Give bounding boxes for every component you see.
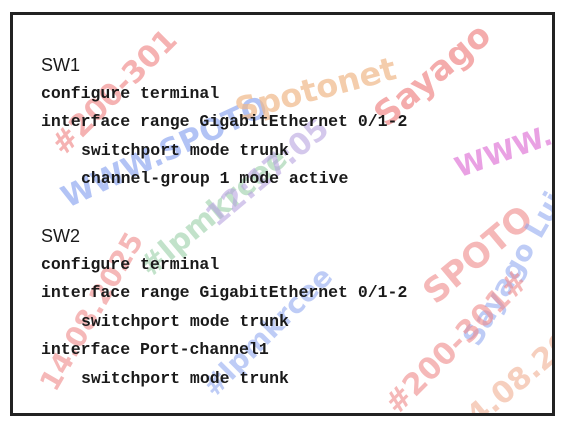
config-line: configure terminal [41, 254, 220, 274]
sw1-heading: SW1 [41, 55, 81, 75]
config-frame: Sayago #200-301 WWW.SPOTO Spotonet #lpmk… [10, 12, 555, 416]
config-listing: SW1 configure terminal interface range G… [41, 51, 541, 393]
config-line: interface range GigabitEthernet 0/1-2 [41, 112, 408, 131]
config-line: switchport mode trunk [81, 368, 289, 388]
config-line: switchport mode trunk [81, 140, 289, 160]
config-line: configure terminal [41, 83, 220, 103]
config-line: channel-group 1 mode active [81, 169, 349, 188]
config-line: switchport mode trunk [81, 311, 289, 331]
config-line: interface range GigabitEthernet 0/1-2 [41, 283, 408, 302]
config-line: interface Port-channel1 [41, 340, 269, 359]
sw2-heading: SW2 [41, 226, 81, 246]
